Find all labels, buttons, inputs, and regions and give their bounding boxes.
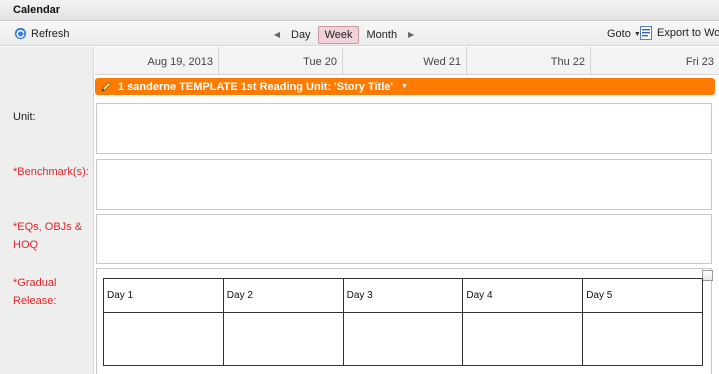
row-label-benchmarks: *Benchmark(s): [13,166,89,178]
goto-label: Goto [607,28,631,40]
gradual-release-checkbox[interactable] [702,270,713,281]
day-5-header[interactable]: Day 5 [582,278,703,313]
gradual-release-table: Day 1 Day 2 Day 3 Day 4 Day 5 [103,278,703,366]
benchmarks-field[interactable] [96,159,712,210]
day-header-mon[interactable]: Aug 19, 2013 [95,47,219,75]
day-header-fri[interactable]: Fri 23 [591,47,719,75]
row-label-unit: Unit: [13,111,36,123]
refresh-icon [14,27,27,40]
row-label-eqs: *EQs, OBJs & HOQ [13,221,83,251]
row-label-gradual-release: *Gradual Release: [13,277,57,307]
day-1-cell[interactable] [103,312,224,366]
refresh-label: Refresh [31,27,70,40]
window-title: Calendar [13,4,61,16]
day-1-header[interactable]: Day 1 [103,278,224,313]
day-2-cell[interactable] [222,312,344,366]
word-document-icon [640,26,652,40]
day-3-header[interactable]: Day 3 [342,278,464,313]
day-4-cell[interactable] [462,312,584,366]
window-titlebar: Calendar [0,0,719,21]
next-arrow-icon[interactable]: ▶ [404,28,418,42]
view-day-button[interactable]: Day [284,26,318,44]
day-4-header[interactable]: Day 4 [462,278,584,313]
goto-dropdown[interactable]: Goto ▼ [607,28,641,40]
pencil-icon[interactable] [101,81,112,92]
day-3-cell[interactable] [342,312,464,366]
eqs-objs-hoq-field[interactable] [96,214,712,264]
view-navigation: ◀ Day Week Month ▶ [270,25,418,44]
row-label-column [0,47,94,374]
event-title: 1 sanderne TEMPLATE 1st Reading Unit: 'S… [118,80,393,93]
calendar-event[interactable]: 1 sanderne TEMPLATE 1st Reading Unit: 'S… [95,78,715,95]
export-to-word-button[interactable]: Export to Word [640,26,719,40]
event-menu-icon[interactable]: ▼ [401,83,408,90]
prev-arrow-icon[interactable]: ◀ [270,28,284,42]
day-2-header[interactable]: Day 2 [222,278,344,313]
view-month-button[interactable]: Month [359,26,404,44]
view-week-button[interactable]: Week [317,25,360,44]
unit-field[interactable] [96,103,712,154]
calendar-toolbar: Refresh ◀ Day Week Month ▶ Goto ▼ Export… [0,22,719,46]
day-5-cell[interactable] [582,312,703,366]
day-header-wed[interactable]: Wed 21 [343,47,467,75]
export-label: Export to Word [657,27,719,39]
day-header-tue[interactable]: Tue 20 [219,47,343,75]
refresh-button[interactable]: Refresh [14,27,70,40]
day-header-thu[interactable]: Thu 22 [467,47,591,75]
